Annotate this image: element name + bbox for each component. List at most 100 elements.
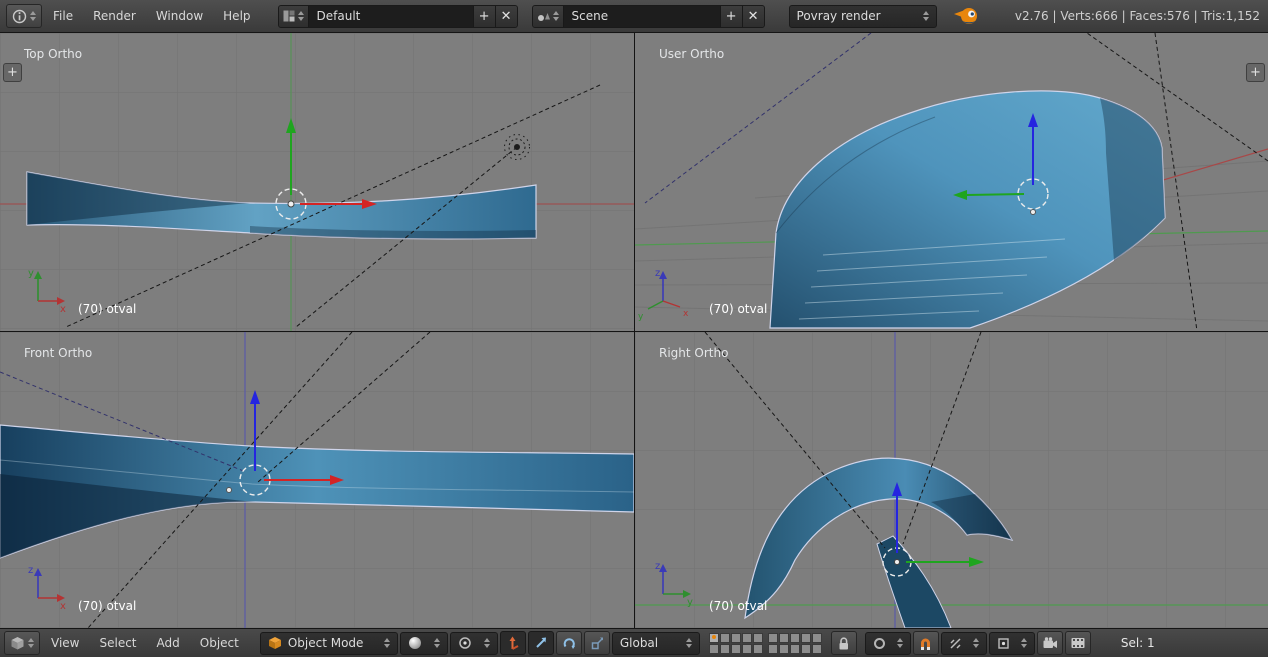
layer-button[interactable] [720, 644, 730, 654]
translate-manipulator-button[interactable] [528, 631, 554, 655]
menu-object[interactable]: Object [191, 636, 248, 650]
layer-button[interactable] [753, 644, 763, 654]
layer-button[interactable] [720, 633, 730, 643]
manipulator-toggle-button[interactable] [500, 631, 526, 655]
svg-text:x: x [683, 309, 689, 319]
snap-element-icon [949, 637, 962, 650]
mode-label: Object Mode [288, 636, 364, 650]
chevron-updown-icon [923, 11, 929, 21]
delete-screen-button[interactable]: ✕ [495, 6, 517, 27]
layer-button[interactable] [801, 633, 811, 643]
viewport-front-canvas[interactable]: z x [0, 332, 634, 628]
svg-text:x: x [60, 601, 66, 612]
pivot-point-dropdown[interactable] [450, 632, 498, 655]
layer-button[interactable] [812, 644, 822, 654]
layer-button[interactable] [812, 633, 822, 643]
viewport-front[interactable]: z x Front Ortho (70) otval [0, 332, 634, 628]
active-object-label: (70) otval [78, 302, 136, 316]
layer-button[interactable] [768, 633, 778, 643]
svg-text:x: x [60, 304, 66, 315]
svg-text:y: y [687, 597, 693, 608]
layer-button[interactable] [801, 644, 811, 654]
opengl-render-button[interactable] [1037, 631, 1063, 655]
menu-help[interactable]: Help [214, 9, 259, 23]
object-mode-icon [268, 636, 282, 650]
chevron-updown-icon [553, 11, 559, 21]
scene-name-field[interactable]: Scene [564, 6, 720, 27]
layers-widget [709, 633, 822, 654]
add-screen-button[interactable]: + [473, 6, 495, 27]
browse-screens-button[interactable] [279, 6, 309, 27]
menu-window[interactable]: Window [147, 9, 212, 23]
scene-stats: v2.76 | Verts:666 | Faces:576 | Tris:1,1… [1015, 9, 1262, 23]
blender-logo [953, 6, 979, 26]
viewport-user[interactable]: z y x User Ortho (70) otval + [635, 33, 1268, 331]
layer-button[interactable] [742, 633, 752, 643]
layer-button[interactable] [753, 633, 763, 643]
menu-view[interactable]: View [42, 636, 88, 650]
scale-manipulator-button[interactable] [584, 631, 610, 655]
rotate-icon [562, 636, 576, 650]
layer-button[interactable] [790, 633, 800, 643]
layer-button[interactable] [709, 633, 719, 643]
menu-add[interactable]: Add [148, 636, 189, 650]
viewport-top-canvas[interactable]: y x [0, 33, 634, 331]
shading-sphere-icon [408, 636, 422, 650]
selection-stat: Sel: 1 [1121, 636, 1155, 650]
expand-properties-button[interactable]: + [1246, 63, 1265, 82]
bottom-header: View Select Add Object Object Mode [0, 628, 1268, 657]
view-name-label: Top Ortho [24, 47, 82, 61]
viewport-user-canvas[interactable]: z y x [635, 33, 1268, 331]
mode-dropdown[interactable]: Object Mode [260, 632, 398, 655]
browse-scenes-button[interactable] [533, 6, 564, 27]
rotate-manipulator-button[interactable] [556, 631, 582, 655]
viewport-shading-dropdown[interactable] [400, 632, 448, 655]
render-engine-dropdown[interactable]: Povray render [789, 5, 937, 28]
menu-select[interactable]: Select [90, 636, 145, 650]
layer-button[interactable] [768, 644, 778, 654]
viewport-right-canvas[interactable]: z y [635, 332, 1268, 628]
layer-button[interactable] [790, 644, 800, 654]
proportional-edit-dropdown[interactable] [865, 632, 911, 655]
layer-group-1 [709, 633, 763, 654]
viewport-top[interactable]: y x Top Ortho (70) otval + [0, 33, 634, 331]
menu-file[interactable]: File [44, 9, 82, 23]
mode-dropdown-content: Object Mode [268, 636, 364, 650]
layer-button[interactable] [731, 644, 741, 654]
editor-type-button-3dview[interactable] [4, 631, 40, 655]
area-splitter-horizontal[interactable] [0, 331, 1268, 332]
chevron-updown-icon [973, 638, 979, 648]
layer-button[interactable] [742, 644, 752, 654]
snap-toggle-button[interactable] [913, 631, 939, 655]
expand-toolshelf-button[interactable]: + [3, 63, 22, 82]
view-name-label: Right Ortho [659, 346, 728, 360]
editor-type-button-info[interactable] [6, 4, 42, 28]
chevron-updown-icon [384, 638, 390, 648]
snap-target-dropdown[interactable] [989, 632, 1035, 655]
viewport-editor-icon [10, 636, 25, 651]
layer-button[interactable] [731, 633, 741, 643]
orientation-label: Global [620, 636, 658, 650]
svg-text:z: z [655, 268, 660, 279]
svg-text:y: y [638, 312, 644, 322]
snap-element-dropdown[interactable] [941, 632, 987, 655]
layer-button[interactable] [779, 633, 789, 643]
chevron-updown-icon [484, 638, 490, 648]
transform-orientation-dropdown[interactable]: Global [612, 632, 700, 655]
layer-button[interactable] [779, 644, 789, 654]
svg-text:z: z [28, 565, 33, 576]
screen-name-field[interactable]: Default [309, 6, 473, 27]
active-object-label: (70) otval [78, 599, 136, 613]
menu-render[interactable]: Render [84, 9, 145, 23]
chevron-updown-icon [28, 638, 34, 648]
opengl-render-anim-button[interactable] [1065, 631, 1091, 655]
translate-icon [534, 636, 548, 650]
add-scene-button[interactable]: + [720, 6, 742, 27]
active-object-label: (70) otval [709, 302, 767, 316]
lock-to-scene-button[interactable] [831, 631, 857, 655]
layer-button[interactable] [709, 644, 719, 654]
viewport-right[interactable]: z y Right Ortho (70) otval [635, 332, 1268, 628]
camera-icon [1042, 636, 1058, 650]
manipulator-icon [505, 636, 520, 651]
delete-scene-button[interactable]: ✕ [742, 6, 764, 27]
